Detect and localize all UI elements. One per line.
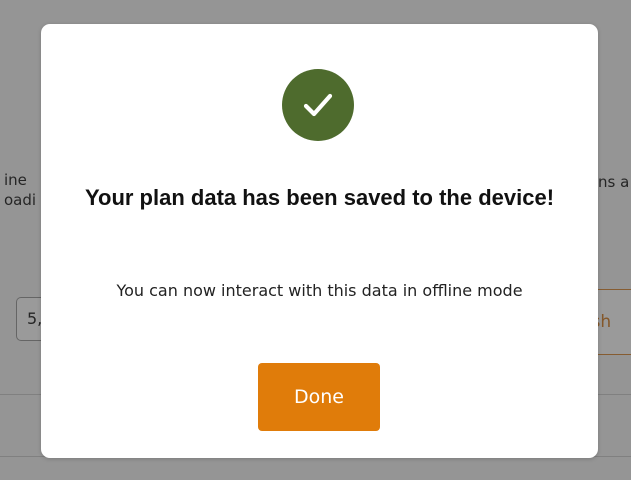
save-success-dialog: Your plan data has been saved to the dev…: [41, 24, 598, 458]
done-button[interactable]: Done: [258, 363, 380, 431]
dialog-message: You can now interact with this data in o…: [116, 281, 523, 300]
dialog-title: Your plan data has been saved to the dev…: [84, 185, 555, 210]
check-circle-icon: [282, 69, 354, 141]
